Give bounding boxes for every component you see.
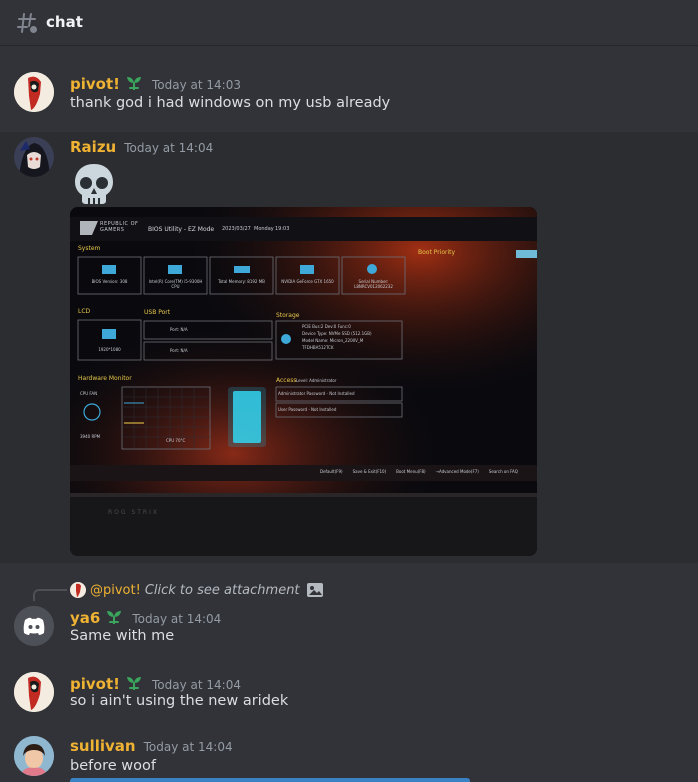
- bios-footer-item: Search on FAQ: [488, 469, 518, 474]
- bios-access-level: Level: Administrator: [296, 378, 337, 383]
- hash-threads-icon: [17, 13, 37, 33]
- bios-hw-label: Hardware Monitor: [78, 375, 132, 382]
- bios-clock: 19:03: [275, 226, 290, 232]
- reply-reference[interactable]: @pivot! Click to see attachment: [70, 582, 324, 598]
- reply-avatar: [70, 582, 86, 598]
- username[interactable]: pivot!: [70, 75, 120, 93]
- timestamp: Today at 14:03: [151, 78, 241, 92]
- reply-text[interactable]: Click to see attachment: [145, 583, 300, 598]
- bios-brand: REPUBLIC OF GAMERS: [100, 221, 139, 233]
- next-attachment-edge: [70, 778, 470, 782]
- avatar[interactable]: [14, 72, 54, 112]
- message: pivot! Today at 14:04 so i ain't using t…: [0, 664, 698, 724]
- bios-storage-line: PCIE Bus:2 Dev:0 Func:0: [302, 324, 351, 329]
- channel-header: chat: [0, 0, 698, 46]
- message: pivot! Today at 14:03 thank god i had wi…: [0, 60, 698, 122]
- bios-tile: BIOS Version: 308: [91, 279, 128, 284]
- avatar[interactable]: [14, 606, 54, 646]
- bios-usb-port: Port: N/A: [170, 348, 188, 353]
- username[interactable]: ya6: [70, 609, 100, 627]
- message: ya6 Today at 14:04 Same with me: [0, 598, 698, 654]
- sprout-icon: [107, 611, 122, 624]
- bios-storage-line: Device Type: NVMe SSD (512.1GB): [302, 331, 372, 336]
- bios-cpu-temp: CPU 70°C: [166, 438, 186, 443]
- timestamp: Today at 14:04: [143, 740, 233, 754]
- avatar[interactable]: [14, 736, 54, 776]
- sprout-icon: [126, 677, 141, 690]
- reply-username[interactable]: @pivot!: [90, 583, 141, 598]
- message-text: so i ain't using the new aridek: [70, 693, 289, 709]
- bios-footer-item: →Advanced Mode(F7): [435, 469, 479, 474]
- bios-title: BIOS Utility - EZ Mode: [148, 226, 215, 233]
- bios-lcd-value: 1920*1080: [98, 347, 121, 352]
- bios-footer-item: Save & Exit(F10): [352, 469, 387, 474]
- bios-access-item: User Password - Not Installed: [278, 407, 337, 412]
- bios-usb-label: USB Port: [144, 309, 171, 316]
- bios-footer: Default(F9) Save & Exit(F10) Boot Menu(F…: [320, 469, 518, 474]
- bios-day: Monday: [254, 226, 274, 232]
- bios-storage-label: Storage: [276, 312, 300, 319]
- message-text: Same with me: [70, 628, 175, 644]
- bios-storage-line: TFDHBA512TCK: [302, 345, 334, 350]
- image-icon: [306, 583, 323, 597]
- avatar[interactable]: [14, 672, 54, 712]
- bios-footer-item: Default(F9): [320, 469, 343, 474]
- message-text: before woof: [70, 758, 156, 774]
- bios-tile: NVIDIA GeForce GTX 1650: [281, 279, 334, 284]
- bios-fan-rpm: 3940 RPM: [80, 434, 101, 439]
- bios-access-label: Access: [276, 377, 297, 384]
- bios-storage-line: Model Name: Micron_2200V_M: [302, 338, 364, 343]
- bios-access-item: Administrator Password - Not Installed: [278, 391, 355, 396]
- bios-fan-label: CPU FAN: [80, 391, 98, 396]
- channel-name: chat: [46, 13, 83, 31]
- bios-usb-port: Port: N/A: [170, 327, 188, 332]
- bios-system-label: System: [78, 245, 101, 252]
- username[interactable]: Raizu: [70, 138, 116, 156]
- bios-tile: Total Memory: 8192 MB: [218, 279, 265, 284]
- avatar[interactable]: [14, 137, 54, 177]
- timestamp: Today at 14:04: [124, 141, 214, 155]
- timestamp: Today at 14:04: [132, 612, 222, 626]
- bios-tile: Intel(R) Core(TM) i5-9300H CPU: [148, 279, 203, 289]
- sprout-icon: [126, 77, 141, 90]
- username[interactable]: pivot!: [70, 675, 120, 693]
- image-attachment[interactable]: REPUBLIC OF GAMERS BIOS Utility - EZ Mod…: [70, 207, 537, 556]
- username[interactable]: sullivan: [70, 737, 136, 755]
- skull-emoji: [75, 164, 113, 204]
- message: sullivan Today at 14:04 before woof: [0, 729, 698, 782]
- bios-footer-item: Boot Menu(F8): [396, 469, 426, 474]
- bios-boot-priority: Boot Priority: [418, 249, 456, 256]
- message-text: thank god i had windows on my usb alread…: [70, 95, 391, 111]
- bios-date: 2023/03/27: [222, 226, 251, 232]
- bios-tile: Serial Number: L8NRCV012062232: [354, 279, 393, 289]
- bios-lcd-label: LCD: [78, 308, 91, 315]
- laptop-chassis-text: ROG STRIX: [108, 509, 159, 516]
- timestamp: Today at 14:04: [151, 678, 241, 692]
